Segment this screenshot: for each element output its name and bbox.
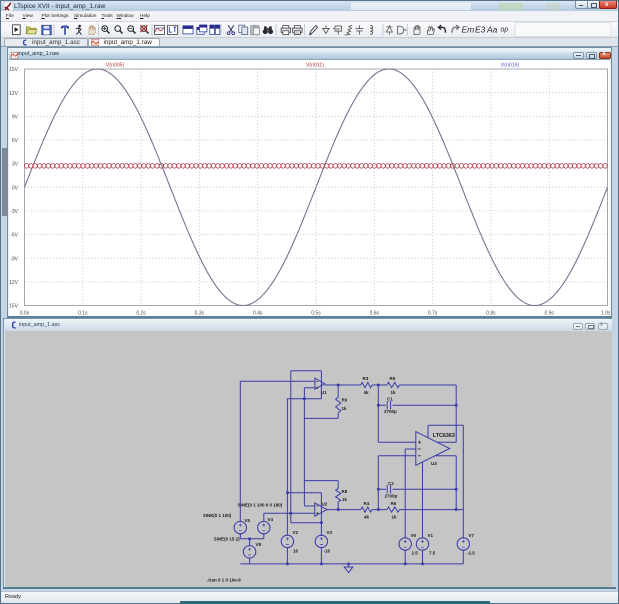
svg-text:1k: 1k [342,406,348,411]
svg-text:Aa: Aa [486,25,498,35]
svg-text:V(n011): V(n011) [306,63,324,69]
svg-text:V(n016): V(n016) [501,63,520,69]
svg-text:C1: C1 [387,396,393,401]
svg-text:R8: R8 [342,489,348,494]
svg-text:1k: 1k [391,390,397,395]
svg-text:-2.5: -2.5 [467,551,475,556]
svg-text:-3V: -3V [10,209,18,215]
svg-text:V3: V3 [327,530,333,535]
svg-text:R3: R3 [363,376,369,381]
svg-text:R4: R4 [364,501,370,506]
svg-text:7.5: 7.5 [429,551,436,556]
svg-text:2.5: 2.5 [412,551,419,556]
svg-text:2700p: 2700p [385,494,398,499]
svg-text:4k: 4k [364,515,370,520]
svg-text:V1: V1 [428,533,434,538]
svg-text:V(n005): V(n005) [106,63,125,69]
svg-text:-15V: -15V [9,304,19,310]
svg-text:16: 16 [293,549,299,554]
svg-text:9V: 9V [12,114,19,120]
svg-text:V4: V4 [268,517,274,522]
svg-text:15V: 15V [9,67,19,73]
svg-text:12V: 12V [9,91,19,97]
svg-text:0V: 0V [12,185,19,191]
svg-text:C2: C2 [388,481,394,486]
svg-text:1k: 1k [392,515,398,520]
svg-text:-16: -16 [324,549,331,554]
svg-text:V8: V8 [256,542,262,547]
svg-text:R5: R5 [390,376,396,381]
svg-text:3V: 3V [12,162,19,168]
svg-text:U3: U3 [431,461,437,466]
svg-text:2700p: 2700p [384,409,397,414]
svg-text:4k: 4k [364,390,370,395]
svg-text:V6: V6 [411,533,417,538]
svg-text:SINE(0 1 100): SINE(0 1 100) [203,513,232,518]
svg-text:op: op [501,27,509,34]
svg-text:U2: U2 [322,502,328,507]
svg-text:E3: E3 [475,25,486,35]
svg-text:-12V: -12V [9,280,19,286]
svg-text:.tran 0 1 0 10e-6: .tran 0 1 0 10e-6 [207,577,241,582]
svg-text:Em: Em [462,25,475,35]
svg-text:SINE(0 15 2): SINE(0 15 2) [214,537,241,542]
svg-text:V5: V5 [245,518,251,523]
svg-text:LTC6363: LTC6363 [433,433,455,439]
svg-text:R6: R6 [391,501,397,506]
svg-text:SINE(0 1 100 0 0 180): SINE(0 1 100 0 0 180) [238,503,283,508]
svg-text:U1: U1 [321,390,327,395]
svg-text:-9V: -9V [10,256,18,262]
svg-text:V7: V7 [469,533,475,538]
svg-text:V2: V2 [293,530,299,535]
svg-text:-6V: -6V [10,233,18,239]
svg-text:R9: R9 [342,398,348,403]
svg-text:1k: 1k [342,497,348,502]
svg-text:6V: 6V [12,138,19,144]
